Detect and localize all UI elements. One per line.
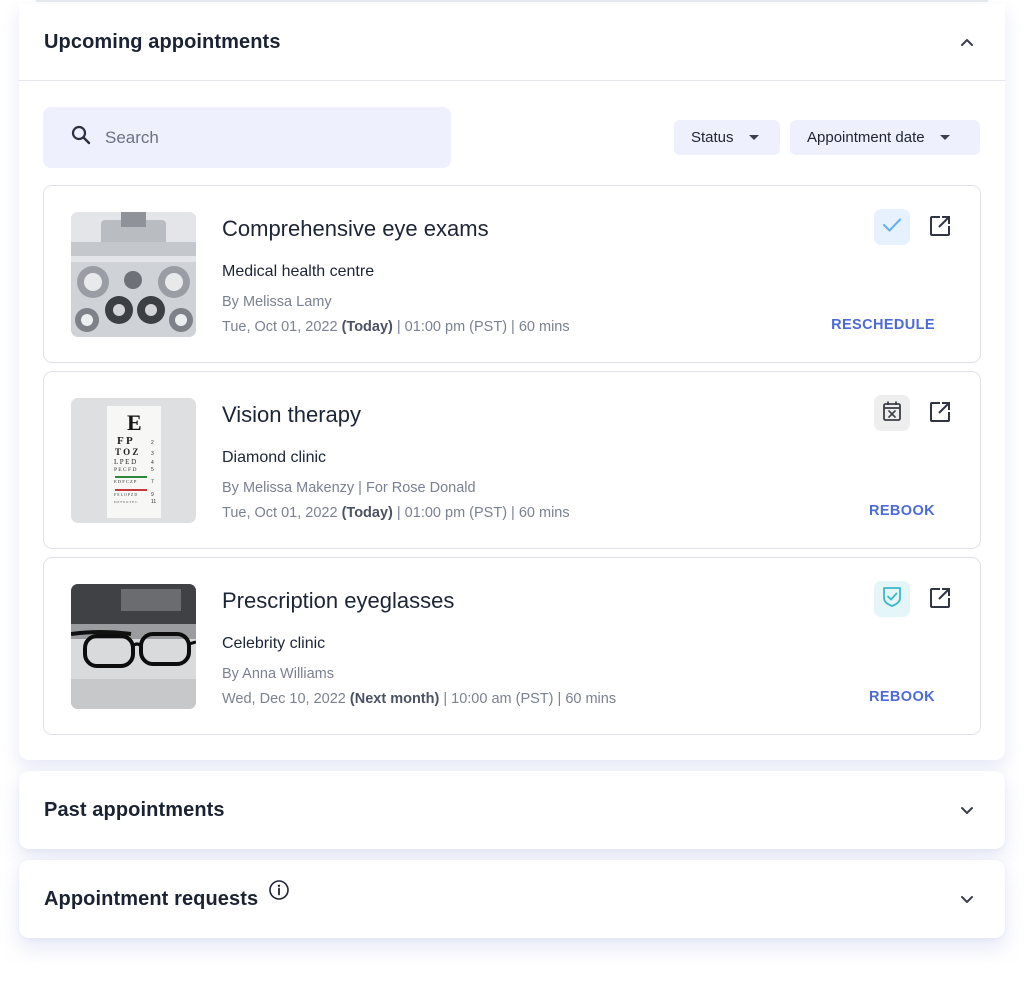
chevron-down-icon[interactable] — [959, 802, 975, 818]
upcoming-appointments-header[interactable]: Upcoming appointments — [19, 4, 1005, 81]
appointment-card[interactable]: Prescription eyeglasses Celebrity clinic… — [43, 557, 981, 735]
search-field[interactable] — [43, 107, 451, 168]
open-in-new-icon[interactable] — [928, 214, 952, 238]
appointment-time: | 01:00 pm (PST) | 60 mins — [396, 505, 570, 521]
search-input[interactable] — [105, 127, 405, 148]
chevron-up-icon[interactable] — [959, 34, 975, 50]
past-appointments-panel: Past appointments — [19, 771, 1005, 849]
status-filter-label: Status — [691, 129, 734, 146]
reschedule-button[interactable]: RESCHEDULE — [831, 317, 935, 333]
svg-text:T O Z: T O Z — [115, 447, 138, 457]
top-divider — [36, 0, 988, 2]
svg-text:F P: F P — [117, 435, 133, 447]
appointment-title: Comprehensive eye exams — [222, 216, 489, 241]
status-filter-dropdown[interactable]: Status — [674, 120, 780, 155]
chevron-down-icon[interactable] — [959, 891, 975, 907]
svg-text:3: 3 — [151, 451, 154, 457]
appointment-requests-title: Appointment requests — [44, 887, 259, 910]
svg-text:5: 5 — [151, 467, 154, 473]
caret-down-icon — [939, 135, 950, 140]
svg-text:D E F P O T E C: D E F P O T E C — [114, 500, 138, 504]
appointment-date-filter-label: Appointment date — [807, 129, 925, 146]
svg-text:E D F C Z P: E D F C Z P — [114, 479, 137, 484]
appointment-datetime: Wed, Dec 10, 2022 (Next month) | 10:00 a… — [222, 691, 616, 707]
svg-text:E: E — [127, 410, 142, 435]
caret-down-icon — [748, 135, 759, 140]
calendar-cancel-icon — [882, 400, 902, 427]
shield-check-icon — [882, 586, 902, 613]
open-in-new-icon[interactable] — [928, 400, 952, 424]
appointment-clinic: Diamond clinic — [222, 449, 327, 466]
upcoming-appointments-title: Upcoming appointments — [44, 30, 281, 53]
appointment-title: Prescription eyeglasses — [222, 588, 455, 613]
appointment-provider: By Melissa Makenzy | For Rose Donald — [222, 480, 476, 496]
search-icon — [71, 125, 91, 150]
upcoming-appointments-panel: Upcoming appointments Status Appointment… — [19, 4, 1005, 760]
svg-text:7: 7 — [151, 479, 154, 485]
appointment-date: Tue, Oct 01, 2022 — [222, 319, 338, 335]
appointment-relative-date: (Next month) — [349, 691, 440, 707]
appointment-card[interactable]: Comprehensive eye exams Medical health c… — [43, 185, 981, 363]
appointment-clinic: Celebrity clinic — [222, 635, 326, 652]
check-icon — [882, 217, 902, 238]
svg-text:4: 4 — [151, 460, 154, 466]
svg-text:9: 9 — [151, 492, 154, 498]
appointment-title: Vision therapy — [222, 402, 362, 427]
appointment-date: Wed, Dec 10, 2022 — [222, 691, 346, 707]
rebook-button[interactable]: REBOOK — [869, 503, 935, 519]
info-icon[interactable] — [268, 879, 290, 906]
eyeglasses-thumbnail — [71, 584, 196, 709]
appointment-relative-date: (Today) — [341, 319, 393, 335]
appointment-date-filter-dropdown[interactable]: Appointment date — [790, 120, 980, 155]
appointment-card[interactable]: E F P T O Z L P E D P E C F D E D F C Z … — [43, 371, 981, 549]
appointment-requests-panel: Appointment requests — [19, 860, 1005, 938]
appointment-datetime: Tue, Oct 01, 2022 (Today) | 01:00 pm (PS… — [222, 319, 570, 335]
svg-text:F E L O P Z D: F E L O P Z D — [114, 492, 137, 497]
appointment-requests-header[interactable]: Appointment requests — [19, 860, 1005, 938]
appointment-relative-date: (Today) — [341, 505, 393, 521]
eye-chart-thumbnail: E F P T O Z L P E D P E C F D E D F C Z … — [71, 398, 196, 523]
svg-text:L P E D: L P E D — [114, 458, 136, 466]
phoropter-thumbnail — [71, 212, 196, 337]
status-confirmed-chip — [874, 209, 910, 245]
open-in-new-icon[interactable] — [928, 586, 952, 610]
appointment-time: | 10:00 am (PST) | 60 mins — [443, 691, 617, 707]
appointment-provider: By Anna Williams — [222, 666, 335, 682]
svg-text:2: 2 — [151, 440, 154, 446]
appointment-date: Tue, Oct 01, 2022 — [222, 505, 338, 521]
status-verified-chip — [874, 581, 910, 617]
svg-text:11: 11 — [151, 499, 156, 505]
past-appointments-header[interactable]: Past appointments — [19, 771, 1005, 849]
past-appointments-title: Past appointments — [44, 798, 225, 821]
appointment-clinic: Medical health centre — [222, 263, 375, 280]
appointment-datetime: Tue, Oct 01, 2022 (Today) | 01:00 pm (PS… — [222, 505, 570, 521]
appointment-provider: By Melissa Lamy — [222, 294, 332, 310]
appointment-time: | 01:00 pm (PST) | 60 mins — [396, 319, 570, 335]
svg-text:P E C F D: P E C F D — [114, 467, 136, 473]
rebook-button[interactable]: REBOOK — [869, 689, 935, 705]
status-cancelled-chip — [874, 395, 910, 431]
